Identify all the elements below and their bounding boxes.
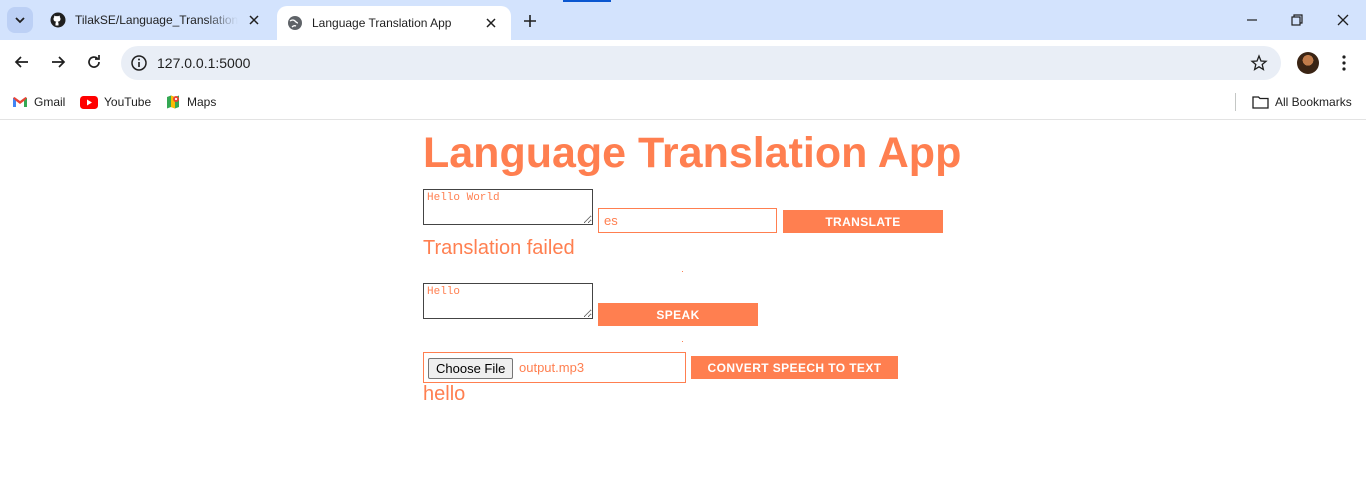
bookmarks-bar: Gmail YouTube Maps All Bookmarks [0, 86, 1366, 120]
minimize-icon[interactable] [1242, 10, 1262, 30]
selected-file-name: output.mp3 [519, 360, 585, 375]
tab-github[interactable]: TilakSE/Language_Translation_App [40, 0, 274, 40]
audio-file-input[interactable]: Choose File output.mp3 [423, 352, 686, 383]
choose-file-button[interactable]: Choose File [428, 358, 514, 379]
bookmarks-divider [1235, 93, 1236, 111]
bookmark-youtube[interactable]: YouTube [80, 93, 151, 111]
site-info-icon[interactable] [130, 54, 148, 72]
tab-language-translation-app[interactable]: Language Translation App [277, 6, 511, 40]
tab-highlight [563, 0, 611, 2]
bookmark-label: Gmail [34, 95, 66, 109]
bookmark-maps[interactable]: Maps [165, 93, 216, 111]
folder-icon [1252, 96, 1269, 109]
reload-icon[interactable] [84, 52, 104, 72]
tab-title: Language Translation App [312, 16, 452, 30]
all-bookmarks-button[interactable]: All Bookmarks [1252, 93, 1352, 111]
restore-icon[interactable] [1287, 10, 1307, 30]
page-content: Language Translation App Hello World TRA… [0, 121, 1366, 499]
tab-search-button[interactable] [7, 7, 33, 33]
globe-icon [288, 16, 302, 30]
maps-icon [167, 95, 179, 109]
translate-text-input[interactable]: Hello World [423, 189, 593, 225]
bookmark-gmail[interactable]: Gmail [12, 93, 65, 111]
gmail-icon [13, 97, 27, 107]
close-icon[interactable] [246, 12, 262, 28]
address-bar[interactable]: 127.0.0.1:5000 [121, 46, 1281, 80]
speak-button[interactable]: SPEAK [598, 303, 758, 326]
close-icon[interactable] [483, 15, 499, 31]
translate-button[interactable]: TRANSLATE [783, 210, 943, 233]
back-arrow-icon[interactable] [12, 52, 32, 72]
profile-avatar[interactable] [1297, 52, 1319, 74]
browser-toolbar: 127.0.0.1:5000 [0, 40, 1366, 86]
separator-dot [682, 341, 683, 342]
all-bookmarks-label: All Bookmarks [1275, 95, 1352, 109]
tab-strip: TilakSE/Language_Translation_App Languag… [0, 0, 1366, 40]
close-window-icon[interactable] [1333, 10, 1353, 30]
convert-speech-to-text-button[interactable]: CONVERT SPEECH TO TEXT [691, 356, 898, 379]
page-title: Language Translation App [423, 129, 962, 177]
bookmark-label: Maps [187, 95, 217, 109]
bookmark-label: YouTube [104, 95, 152, 109]
speak-text-input[interactable]: Hello [423, 283, 593, 319]
translation-result: Translation failed [423, 237, 575, 259]
chevron-down-icon [15, 17, 25, 24]
url-text: 127.0.0.1:5000 [157, 55, 251, 71]
youtube-icon [80, 95, 98, 109]
speech-to-text-result: hello [423, 383, 466, 405]
github-icon [50, 12, 66, 28]
tab-title: TilakSE/Language_Translation_App [75, 13, 238, 27]
menu-kebab-icon[interactable] [1334, 53, 1354, 73]
forward-arrow-icon[interactable] [48, 52, 68, 72]
separator-dot [682, 271, 683, 272]
bookmark-star-icon[interactable] [1250, 54, 1268, 72]
new-tab-plus-icon[interactable] [520, 11, 540, 31]
target-language-input[interactable] [598, 208, 777, 233]
